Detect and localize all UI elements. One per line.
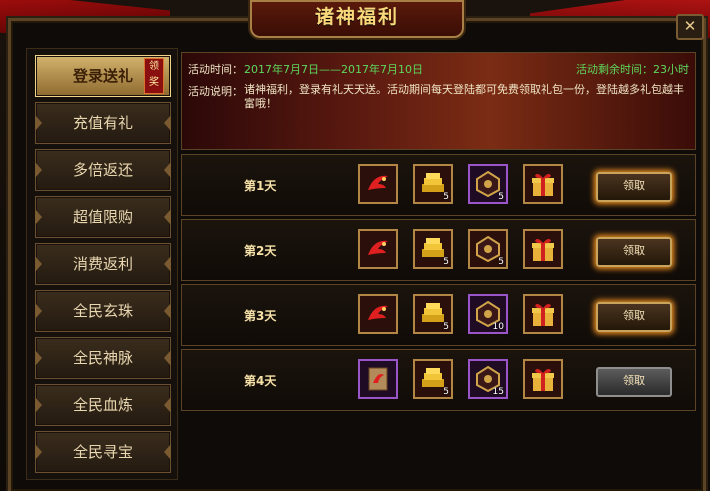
event-time-label: 活动时间： [188,63,243,76]
item-slot[interactable]: 5 [413,294,453,334]
arrow-right-icon [164,444,171,460]
day-label: 第1天 [244,179,277,193]
day-label: 第2天 [244,244,277,258]
sidebar-item-login-gift[interactable]: 登录送礼 领奖 [35,55,171,97]
day-label: 第4天 [244,374,277,388]
arrow-left-icon [35,350,42,366]
arrow-right-icon [164,115,171,131]
reward-row-day-4: 第4天 5 15 领取 [181,349,696,411]
arrow-right-icon [164,303,171,319]
sidebar-item-label: 全民血炼 [72,396,133,414]
sidebar: 登录送礼 领奖 充值有礼 多倍返还 超值限购 消费返利 全民玄珠 全民神脉 全民… [26,48,178,480]
item-slot[interactable] [358,229,398,269]
sidebar-item-xuelian[interactable]: 全民血炼 [35,384,171,426]
item-slot[interactable]: 5 [413,359,453,399]
dialog-title: 诸神福利 [314,6,399,28]
item-slot[interactable]: 15 [468,359,508,399]
arrow-left-icon [35,256,42,272]
event-desc-label: 活动说明： [188,85,243,98]
event-time-value: 2017年7月7日——2017年7月10日 [244,63,423,76]
item-slot[interactable]: 5 [468,164,508,204]
reward-row-day-1: 第1天 5 5 领取 [181,154,696,216]
item-slot[interactable]: 10 [468,294,508,334]
sidebar-item-limited-purchase[interactable]: 超值限购 [35,196,171,238]
scroll-book-icon [368,367,388,391]
gift-box-icon [532,303,554,326]
event-desc-text: 诸神福利，登录有礼天天送。活动期间每天登陆都可免费领取礼包一份，登陆越多礼包越丰… [244,83,684,110]
item-slot[interactable]: 5 [468,229,508,269]
sidebar-item-label: 消费返利 [72,255,133,273]
arrow-right-icon [164,256,171,272]
arrow-right-icon [164,209,171,225]
red-wing-icon [368,305,388,320]
item-slot[interactable] [523,164,563,204]
sidebar-item-label: 充值有礼 [72,114,133,132]
reward-row-day-2: 第2天 5 5 领取 [181,219,696,281]
arrow-right-icon [164,350,171,366]
arrow-left-icon [35,444,42,460]
sidebar-item-label: 全民神脉 [72,349,133,367]
day-label: 第3天 [244,309,277,323]
dialog-frame: 诸神福利 ✕ 登录送礼 领奖 充值有礼 多倍返还 超值限购 消费返利 全民玄珠 [0,0,710,491]
item-slot[interactable] [523,294,563,334]
arrow-left-icon [35,397,42,413]
close-icon[interactable]: ✕ [676,14,704,40]
item-slot[interactable] [523,359,563,399]
red-wing-icon [368,175,388,190]
gift-box-icon [532,173,554,196]
reward-badge: 领奖 [144,58,164,94]
sidebar-item-label: 多倍返还 [72,161,133,179]
arrow-right-icon [164,162,171,178]
sidebar-item-shenmai[interactable]: 全民神脉 [35,337,171,379]
item-slot[interactable] [358,294,398,334]
item-slot[interactable] [358,359,398,399]
claim-button[interactable]: 领取 [596,302,672,332]
arrow-left-icon [35,115,42,131]
sidebar-item-spend-rebate[interactable]: 消费返利 [35,243,171,285]
claim-button[interactable]: 领取 [596,172,672,202]
gift-box-icon [532,368,554,391]
sidebar-item-label: 全民玄珠 [72,302,133,320]
sidebar-item-multi-return[interactable]: 多倍返还 [35,149,171,191]
arrow-left-icon [35,303,42,319]
sidebar-item-label: 全民寻宝 [72,443,133,461]
event-info-panel: 活动时间： 2017年7月7日——2017年7月10日 活动剩余时间：23小时 … [181,52,696,150]
claim-button[interactable]: 领取 [596,367,672,397]
sidebar-item-treasure-hunt[interactable]: 全民寻宝 [35,431,171,473]
reward-row-day-3: 第3天 5 10 领取 [181,284,696,346]
gift-box-icon [532,238,554,261]
item-slot[interactable] [523,229,563,269]
arrow-left-icon [35,209,42,225]
item-slot[interactable] [358,164,398,204]
arrow-left-icon [35,162,42,178]
event-remaining-time: 活动剩余时间：23小时 [576,63,689,76]
item-slot[interactable]: 5 [413,229,453,269]
arrow-right-icon [164,397,171,413]
sidebar-item-label: 超值限购 [72,208,133,226]
item-slot[interactable]: 5 [413,164,453,204]
title-plate: 诸神福利 [250,0,464,38]
claim-button[interactable]: 领取 [596,237,672,267]
red-wing-icon [368,240,388,255]
sidebar-item-xuanzhu[interactable]: 全民玄珠 [35,290,171,332]
sidebar-item-recharge[interactable]: 充值有礼 [35,102,171,144]
